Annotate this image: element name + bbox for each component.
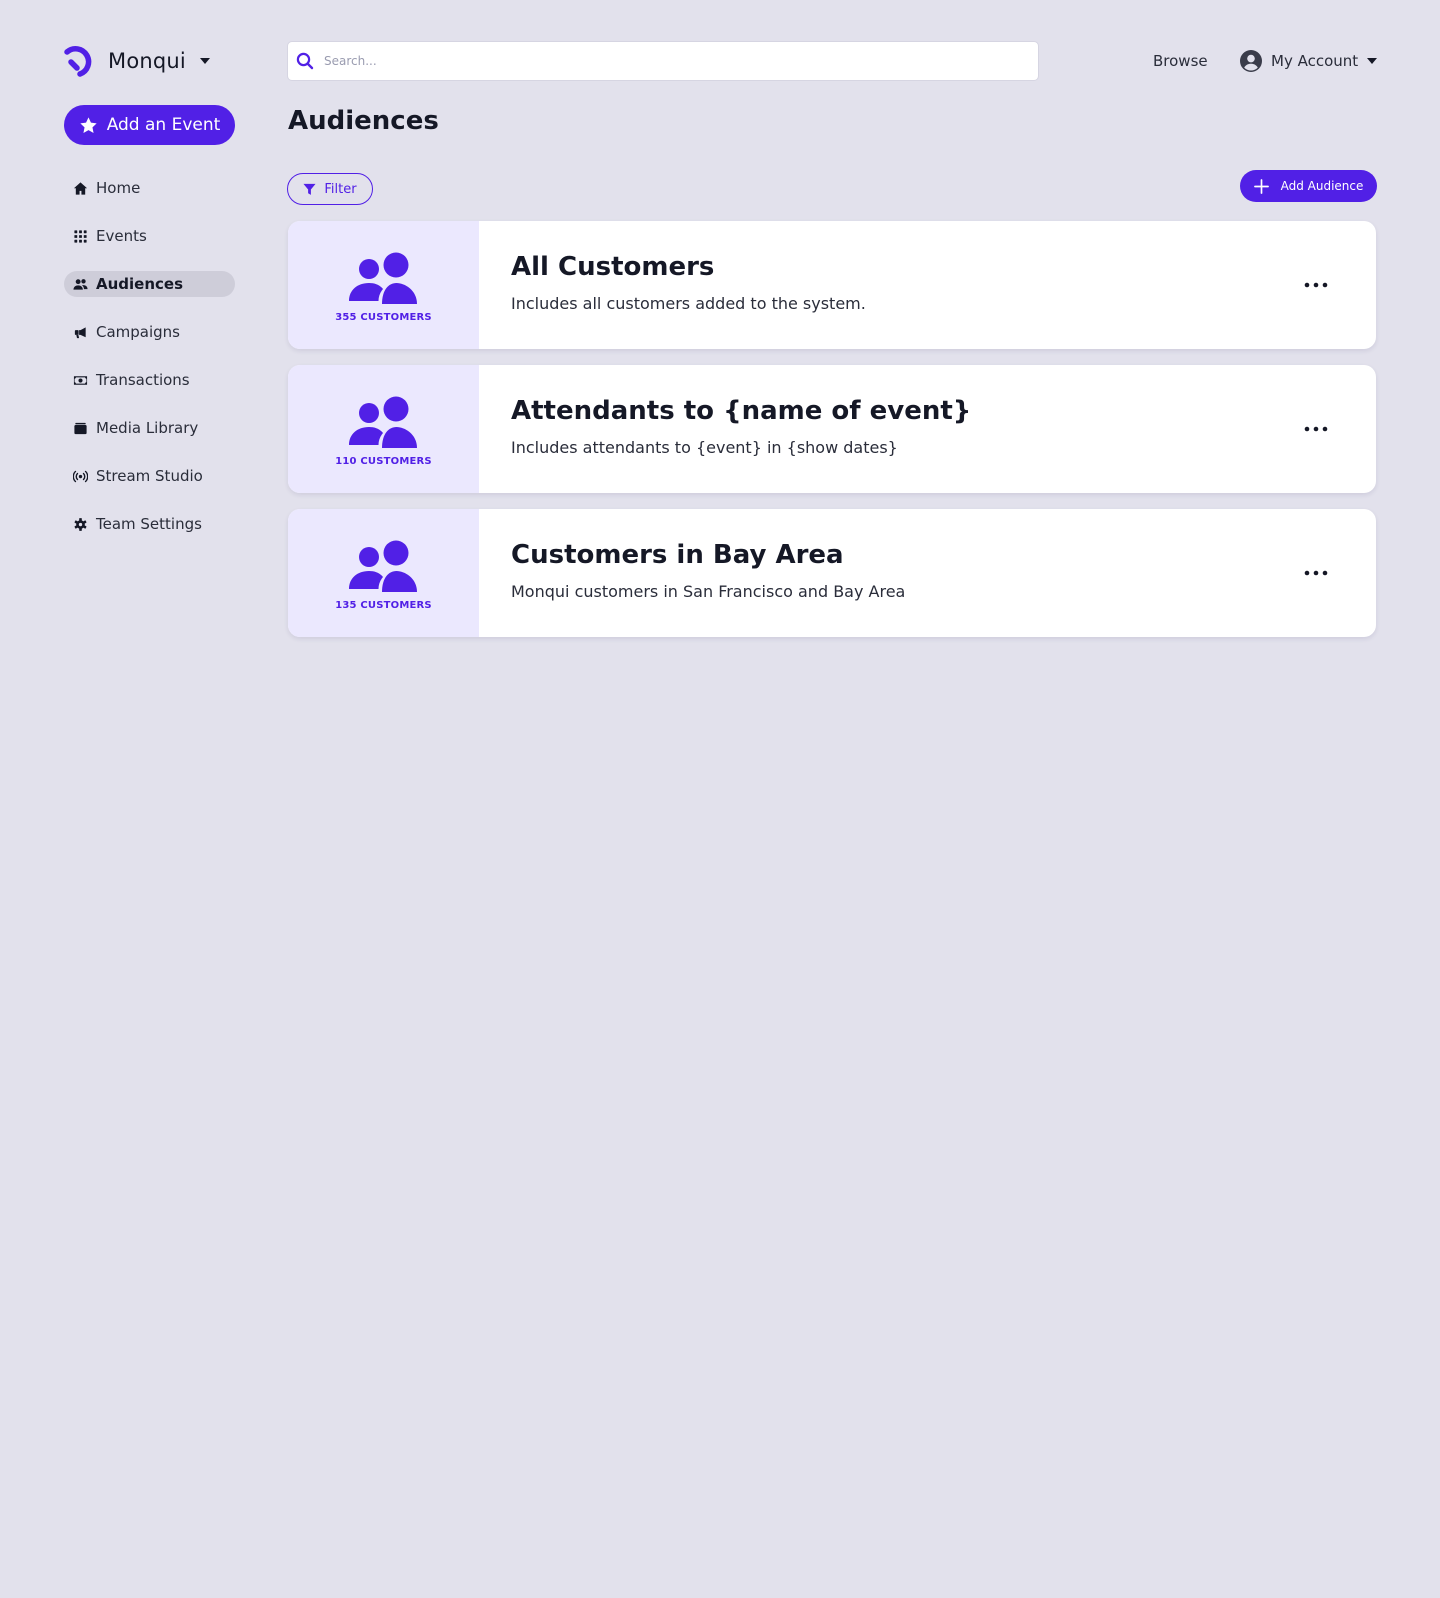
audience-card[interactable]: 135 CUSTOMERS Customers in Bay Area Monq… — [288, 509, 1376, 637]
add-audience-button[interactable]: Add Audience — [1240, 170, 1377, 202]
sidebar-item-audiences[interactable]: Audiences — [64, 271, 235, 297]
sidebar-item-label: Home — [96, 179, 141, 197]
audience-info: Customers in Bay Area Monqui customers i… — [479, 509, 1256, 637]
more-options-button[interactable] — [1256, 509, 1376, 637]
audience-description: Includes all customers added to the syst… — [511, 294, 866, 313]
add-audience-label: Add Audience — [1280, 179, 1364, 193]
plus-icon — [1253, 178, 1269, 194]
megaphone-icon — [73, 325, 88, 340]
gear-icon — [73, 517, 88, 532]
sidebar-nav: Home Events Audiences Campaigns Transact… — [64, 175, 235, 559]
grid-icon — [73, 229, 88, 244]
customer-count: 110 CUSTOMERS — [335, 455, 432, 467]
chevron-down-icon — [1367, 58, 1378, 64]
chevron-down-icon — [199, 58, 210, 64]
users-icon — [348, 252, 417, 304]
sidebar-item-label: Transactions — [96, 371, 190, 389]
audience-count-panel: 135 CUSTOMERS — [288, 509, 479, 637]
users-icon — [73, 277, 88, 292]
sidebar-item-transactions[interactable]: Transactions — [64, 367, 235, 393]
search-input[interactable] — [324, 54, 1014, 68]
users-icon — [348, 396, 417, 448]
sidebar-item-events[interactable]: Events — [64, 223, 235, 249]
ellipsis-icon — [1304, 570, 1328, 576]
audience-title[interactable]: Attendants to {name of event} — [511, 396, 1256, 426]
audience-count-panel: 355 CUSTOMERS — [288, 221, 479, 349]
user-avatar-icon — [1240, 50, 1262, 72]
add-event-label: Add an Event — [106, 115, 221, 135]
filter-icon — [303, 183, 316, 195]
search-icon — [296, 52, 314, 70]
sidebar-item-label: Media Library — [96, 419, 199, 437]
ellipsis-icon — [1304, 282, 1328, 288]
money-icon — [73, 373, 88, 388]
audience-title[interactable]: Customers in Bay Area — [511, 540, 1256, 570]
customer-count: 135 CUSTOMERS — [335, 599, 432, 611]
sidebar-item-label: Stream Studio — [96, 467, 203, 485]
home-icon — [73, 181, 88, 196]
audience-title[interactable]: All Customers — [511, 252, 1256, 282]
audience-description: Includes attendants to {event} in {show … — [511, 438, 898, 457]
broadcast-icon — [73, 469, 88, 484]
folder-icon — [73, 421, 88, 436]
filter-label: Filter — [324, 181, 357, 197]
ellipsis-icon — [1304, 426, 1328, 432]
brand-name: Monqui — [108, 49, 186, 73]
sidebar-item-team-settings[interactable]: Team Settings — [64, 511, 235, 537]
sidebar-item-media-library[interactable]: Media Library — [64, 415, 235, 441]
search-bar — [287, 41, 1039, 81]
sidebar-item-stream-studio[interactable]: Stream Studio — [64, 463, 235, 489]
audience-card[interactable]: 355 CUSTOMERS All Customers Includes all… — [288, 221, 1376, 349]
add-event-button[interactable]: Add an Event — [64, 105, 235, 145]
monqui-logo-icon — [64, 46, 92, 77]
filter-button[interactable]: Filter — [287, 173, 373, 205]
sidebar-item-campaigns[interactable]: Campaigns — [64, 319, 235, 345]
sidebar-item-label: Team Settings — [96, 515, 202, 533]
more-options-button[interactable] — [1256, 365, 1376, 493]
star-icon — [80, 116, 97, 133]
more-options-button[interactable] — [1256, 221, 1376, 349]
audience-count-panel: 110 CUSTOMERS — [288, 365, 479, 493]
audience-list: 355 CUSTOMERS All Customers Includes all… — [288, 221, 1376, 653]
audience-info: Attendants to {name of event} Includes a… — [479, 365, 1256, 493]
audience-card[interactable]: 110 CUSTOMERS Attendants to {name of eve… — [288, 365, 1376, 493]
brand-switcher[interactable]: Monqui — [62, 44, 210, 78]
account-menu[interactable]: My Account — [1240, 50, 1378, 72]
users-icon — [348, 540, 417, 592]
page-title: Audiences — [288, 106, 439, 136]
sidebar-item-home[interactable]: Home — [64, 175, 235, 201]
browse-link[interactable]: Browse — [1153, 52, 1208, 70]
sidebar-item-label: Campaigns — [96, 323, 181, 341]
audience-description: Monqui customers in San Francisco and Ba… — [511, 582, 906, 601]
customer-count: 355 CUSTOMERS — [335, 311, 432, 323]
audience-info: All Customers Includes all customers add… — [479, 221, 1256, 349]
sidebar-item-label: Events — [96, 227, 147, 245]
sidebar-item-label: Audiences — [96, 275, 184, 293]
account-label: My Account — [1271, 52, 1359, 70]
